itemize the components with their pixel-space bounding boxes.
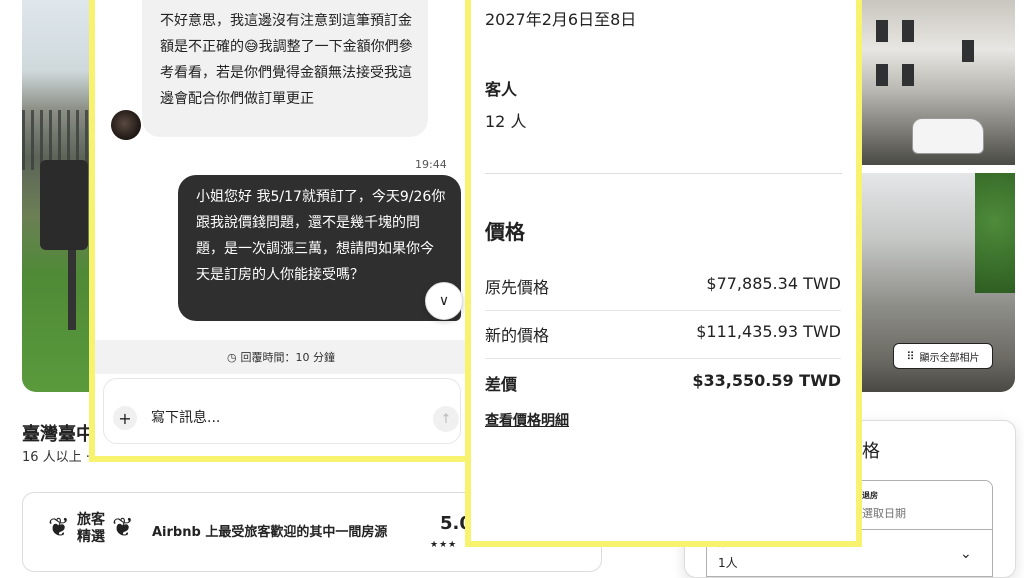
photo-bbq-leg <box>68 250 76 330</box>
original-price-row: 原先價格 $77,885.34 TWD <box>485 274 841 298</box>
price-difference-value: $33,550.59 TWD <box>692 371 841 390</box>
send-button[interactable]: ↑ <box>433 406 459 432</box>
booking-dates: 2027年2月6日至8日 <box>485 10 637 29</box>
chat-panel: 不好意思，我這邊沒有注意到這筆預訂金額是不正確的😅我調整了一下金額你們參考看看，… <box>89 0 473 462</box>
guest-favorite-description: Airbnb 上最受旅客歡迎的其中一間房源 <box>152 525 388 540</box>
price-difference-row: 差價 $33,550.59 TWD <box>485 371 841 395</box>
chevron-down-icon[interactable]: ⌄ <box>960 546 972 562</box>
grid-icon: ⠿ <box>906 349 915 363</box>
view-price-details-link[interactable]: 查看價格明細 <box>485 410 569 430</box>
laurel-left-icon: ❦ <box>48 513 70 543</box>
price-heading: 價格 <box>485 220 525 244</box>
reply-time-banner: ◷ 回覆時間：10 分鐘 <box>95 340 467 374</box>
outgoing-message: 小姐您好 我5/17就預訂了，今天9/26你跟我說價錢問題，還不是幾千塊的問題，… <box>178 175 461 321</box>
message-timestamp: 19:44 <box>415 158 447 171</box>
reply-time-text: 回覆時間：10 分鐘 <box>240 351 336 364</box>
incoming-message: 不好意思，我這邊沒有注意到這筆預訂金額是不正確的😅我調整了一下金額你們參考看看，… <box>142 0 428 137</box>
photo-tree <box>975 173 1015 293</box>
guests-value: 1人 <box>718 556 738 570</box>
price-difference-label: 差價 <box>485 375 518 394</box>
arrow-up-icon: ↑ <box>440 411 452 427</box>
guests-count: 12 人 <box>485 112 527 131</box>
attach-button[interactable]: + <box>113 406 137 430</box>
row-divider <box>485 358 841 359</box>
laurel-right-icon: ❦ <box>112 513 134 543</box>
row-divider <box>485 310 841 311</box>
section-divider <box>485 173 842 174</box>
reservation-card-title: 格 <box>862 441 880 462</box>
plus-icon: + <box>118 408 132 428</box>
booking-detail-panel: 2027年2月6日至8日 客人 12 人 價格 原先價格 $77,885.34 … <box>465 0 862 547</box>
new-price-label: 新的價格 <box>485 326 550 345</box>
photo-car <box>912 118 984 154</box>
original-price-label: 原先價格 <box>485 278 550 297</box>
message-input[interactable] <box>151 406 401 430</box>
scroll-down-button[interactable]: ∨ <box>425 282 463 320</box>
original-price-value: $77,885.34 TWD <box>706 274 841 293</box>
new-price-value: $111,435.93 TWD <box>696 322 841 341</box>
checkout-label: 退房 <box>862 491 878 500</box>
photo-bbq-grill <box>40 160 88 250</box>
rating-stars: ★★★ <box>430 540 458 550</box>
host-avatar[interactable] <box>111 110 141 140</box>
guest-favorite-label: 旅客 精選 <box>77 512 105 545</box>
guests-heading: 客人 <box>485 80 518 99</box>
listing-title: 臺灣臺中 <box>22 424 94 445</box>
listing-subtitle: 16 人以上 · <box>22 450 90 465</box>
chevron-down-icon: ∨ <box>438 293 450 309</box>
checkout-value: 選取日期 <box>862 507 906 520</box>
show-all-photos-button[interactable]: ⠿ 顯示全部相片 <box>893 343 993 369</box>
new-price-row: 新的價格 $111,435.93 TWD <box>485 322 841 346</box>
clock-icon: ◷ <box>226 350 237 364</box>
